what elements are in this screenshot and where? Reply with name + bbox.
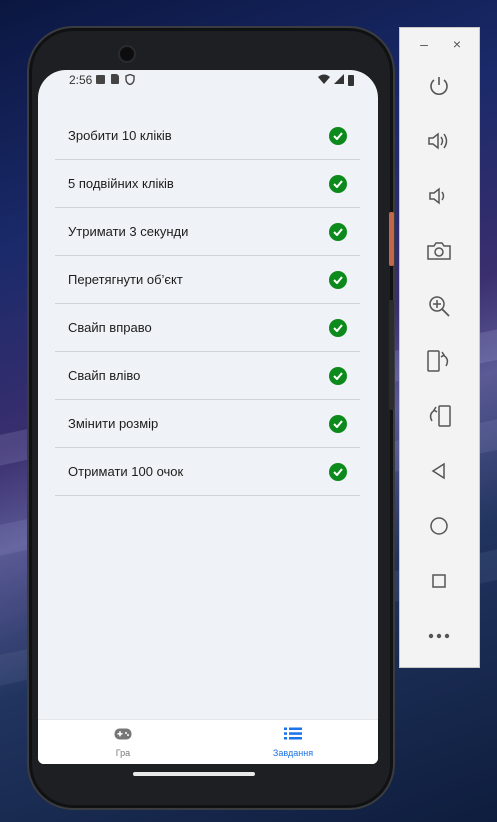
- nav-item-tasks[interactable]: Завдання: [208, 720, 378, 764]
- signal-icon: [334, 73, 344, 87]
- task-label: Отримати 100 очок: [68, 464, 184, 479]
- list-icon: [284, 727, 302, 745]
- nav-label-tasks: Завдання: [272, 747, 314, 758]
- gesture-home-bar[interactable]: [133, 772, 255, 776]
- bottom-navigation: Гра Завдання: [38, 719, 378, 764]
- task-label: Змінити розмір: [68, 416, 159, 431]
- volume-down-icon[interactable]: [424, 181, 454, 211]
- nav-item-game[interactable]: Гра: [38, 720, 208, 764]
- close-icon[interactable]: ×: [449, 36, 465, 52]
- task-label: Зробити 10 кліків: [68, 128, 172, 143]
- check-circle-icon: [329, 270, 347, 289]
- task-row[interactable]: Зробити 10 кліків: [55, 112, 360, 160]
- system-icons: [318, 73, 354, 87]
- nav-label-game: Гра: [115, 747, 131, 758]
- gamepad-icon: [114, 727, 132, 745]
- task-row[interactable]: Перетягнути об’єкт: [55, 256, 360, 304]
- overview-icon[interactable]: [424, 566, 454, 596]
- task-label: Утримати 3 секунди: [68, 224, 189, 239]
- app-screen: 2:56 Зробити 10 кліків 5 подвійних клікі…: [38, 70, 378, 764]
- check-circle-icon: [329, 462, 347, 481]
- task-row[interactable]: Свайп вправо: [55, 304, 360, 352]
- more-icon[interactable]: [424, 621, 454, 651]
- minimize-icon[interactable]: –: [416, 36, 432, 52]
- task-row[interactable]: Утримати 3 секунди: [55, 208, 360, 256]
- task-label: Свайп вправо: [68, 320, 152, 335]
- wifi-icon: [318, 73, 330, 87]
- task-list: Зробити 10 кліків 5 подвійних кліків Утр…: [55, 112, 360, 496]
- rotate-left-icon[interactable]: [424, 346, 454, 376]
- rotate-right-icon[interactable]: [424, 401, 454, 431]
- camera-icon[interactable]: [424, 236, 454, 266]
- notification-a-icon: [96, 75, 105, 84]
- zoom-icon[interactable]: [424, 291, 454, 321]
- phone-side-button: [389, 300, 394, 410]
- emulator-control-panel: – ×: [399, 27, 480, 668]
- task-row[interactable]: Отримати 100 очок: [55, 448, 360, 496]
- panel-window-controls: – ×: [400, 36, 481, 56]
- check-circle-icon: [329, 126, 347, 145]
- volume-up-icon[interactable]: [424, 126, 454, 156]
- notification-icons: [96, 73, 135, 88]
- battery-icon: [348, 74, 354, 86]
- task-row[interactable]: Змінити розмір: [55, 400, 360, 448]
- check-circle-icon: [329, 414, 347, 433]
- task-label: Свайп вліво: [68, 368, 141, 383]
- check-circle-icon: [329, 174, 347, 193]
- check-circle-icon: [329, 222, 347, 241]
- back-icon[interactable]: [424, 456, 454, 486]
- status-bar: 2:56: [38, 70, 378, 90]
- task-row[interactable]: 5 подвійних кліків: [55, 160, 360, 208]
- home-icon[interactable]: [424, 511, 454, 541]
- status-time: 2:56: [69, 73, 93, 87]
- power-icon[interactable]: [424, 71, 454, 101]
- shield-icon: [125, 73, 135, 88]
- task-label: Перетягнути об’єкт: [68, 272, 183, 287]
- front-camera: [118, 45, 136, 63]
- phone-side-button: [389, 212, 394, 266]
- task-row[interactable]: Свайп вліво: [55, 352, 360, 400]
- task-label: 5 подвійних кліків: [68, 176, 174, 191]
- check-circle-icon: [329, 318, 347, 337]
- sim-icon: [111, 74, 119, 84]
- check-circle-icon: [329, 366, 347, 385]
